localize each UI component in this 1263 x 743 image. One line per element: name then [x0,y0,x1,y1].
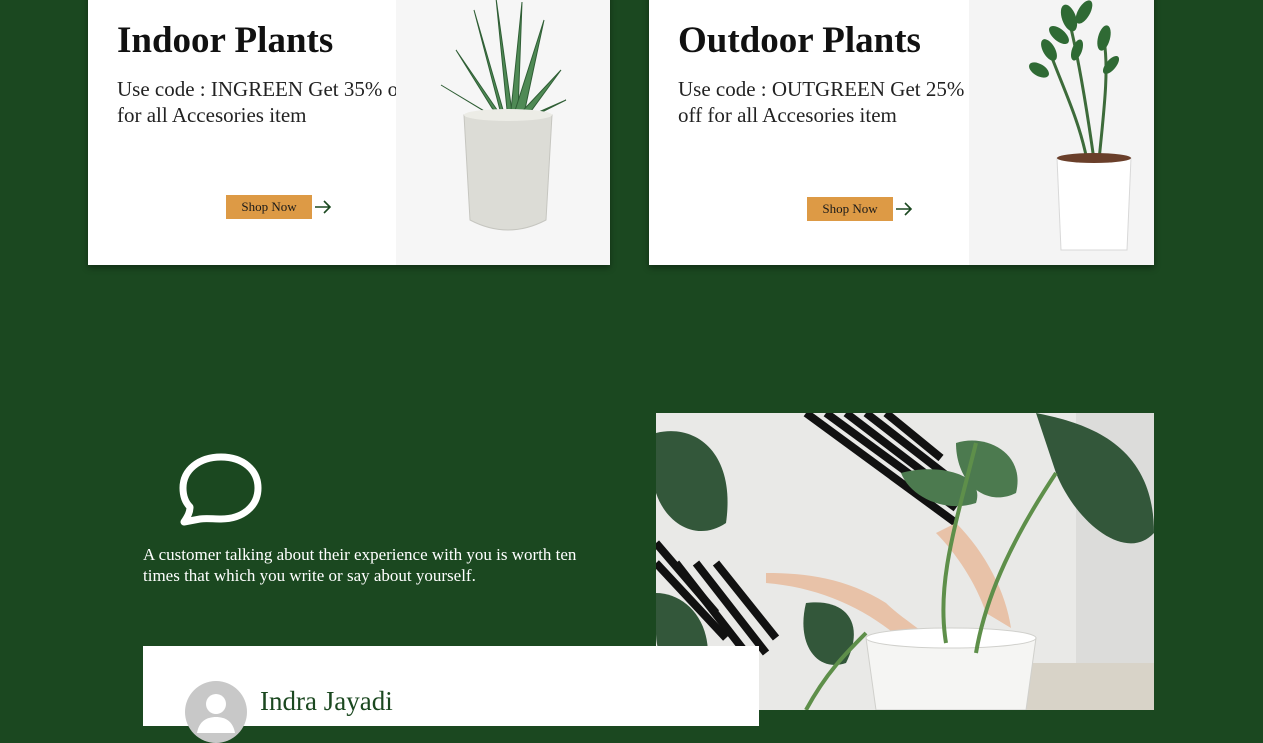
shop-now-button[interactable]: Shop Now [226,195,312,219]
arrow-right-icon[interactable] [895,202,913,216]
snake-plant-image [396,0,610,265]
zz-plant-image [969,0,1154,265]
promo-description: Use code : OUTGREEN Get 25% off for all … [678,77,965,127]
arrow-right-icon[interactable] [314,200,332,214]
promo-card-outdoor: Outdoor Plants Use code : OUTGREEN Get 2… [649,0,1154,265]
promo-title: Indoor Plants [117,20,334,61]
review-card: Indra Jayadi [143,646,759,743]
chat-bubble-icon [179,453,262,526]
promo-description: Use code : INGREEN Get 35% off for all A… [117,77,412,127]
user-avatar-icon [185,681,247,743]
promo-title: Outdoor Plants [678,20,921,61]
testimonial-quote: A customer talking about their experienc… [143,545,577,585]
promo-card-indoor: Indoor Plants Use code : INGREEN Get 35%… [88,0,610,265]
shop-now-button[interactable]: Shop Now [807,197,893,221]
reviewer-name: Indra Jayadi [260,686,393,716]
